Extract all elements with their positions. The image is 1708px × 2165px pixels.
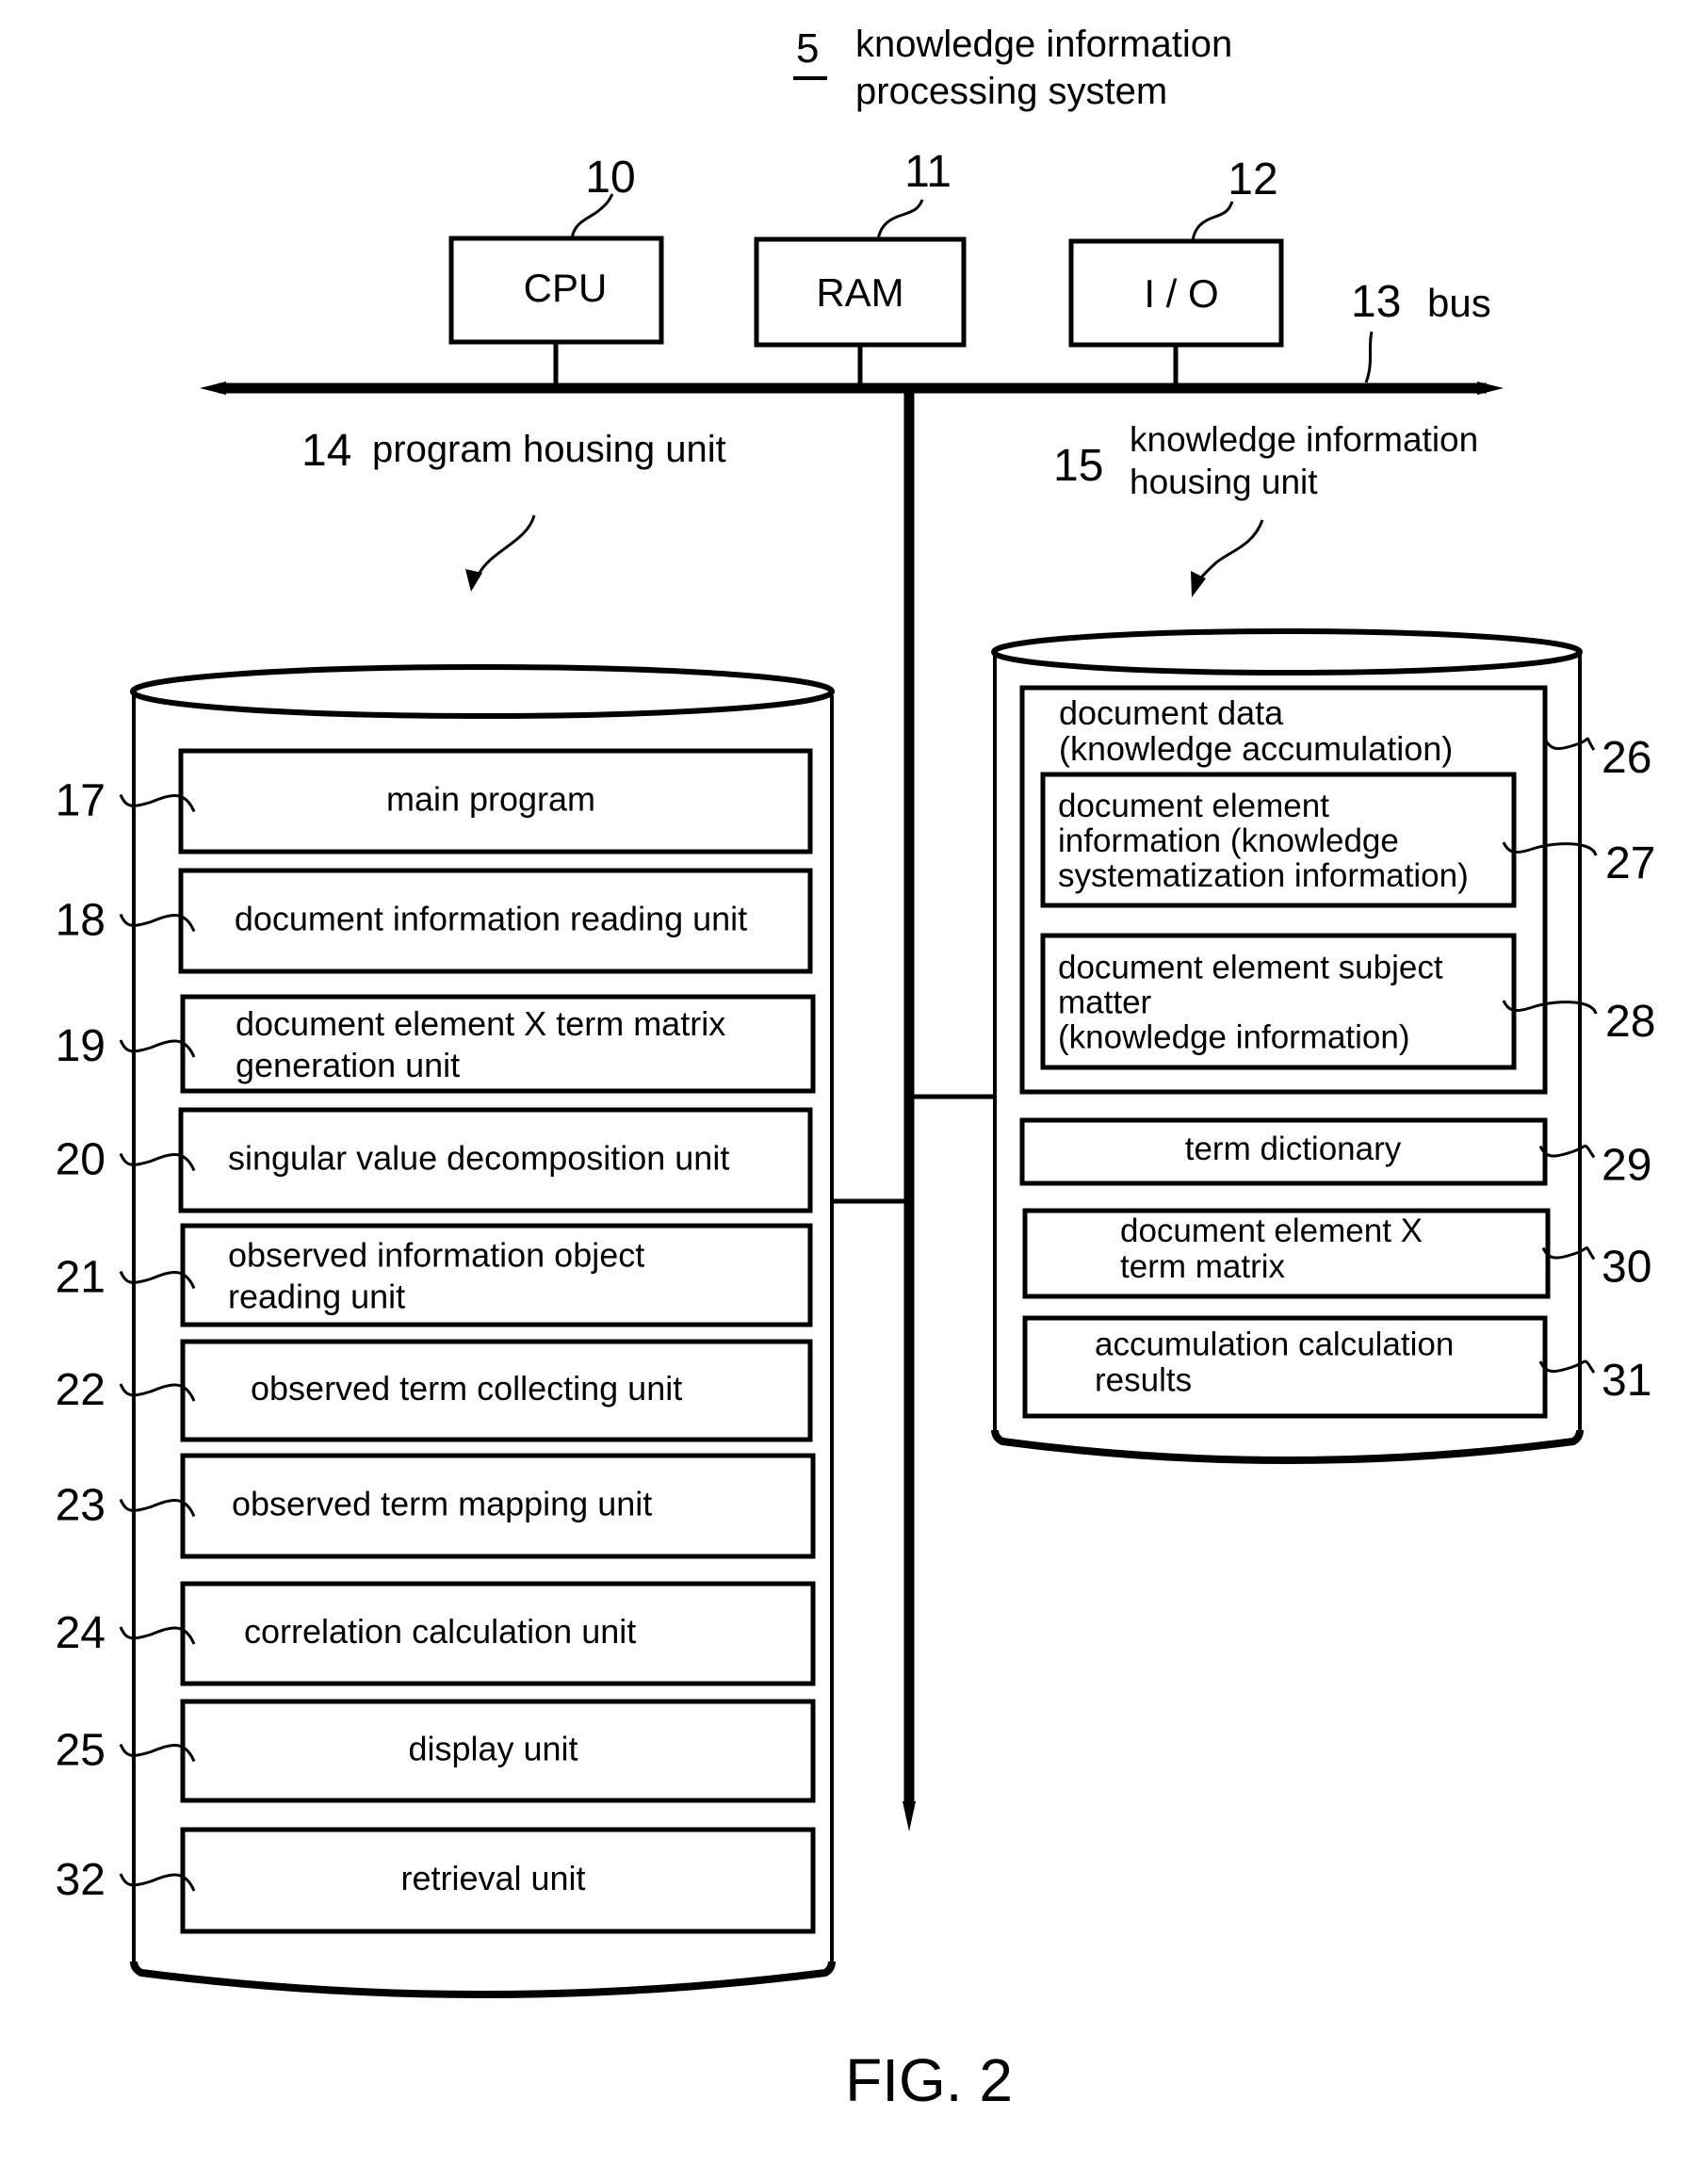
program-housing-arrow-icon [465, 569, 482, 592]
ram-ref: 11 [904, 147, 952, 197]
program-unit-ref: 23 [56, 1481, 106, 1531]
program-unit-label-line: document information reading unit [235, 899, 747, 937]
program-unit-ref: 25 [56, 1726, 106, 1776]
ram-label: RAM [816, 270, 903, 315]
program-unit-label-line: observed term collecting unit [251, 1369, 682, 1408]
bus-arrow-right-icon [1477, 382, 1504, 395]
document-data-child-label-line: (knowledge information) [1058, 1019, 1410, 1056]
document-data-child-label-line: information (knowledge [1058, 822, 1399, 859]
program-unit-label-line: retrieval unit [400, 1859, 585, 1897]
knowledge-housing-ref: 15 [1053, 441, 1103, 491]
program-housing-caption: 14 program housing unit [301, 426, 726, 592]
knowledge-unit-label-line: results [1095, 1362, 1192, 1399]
program-unit-ref: 17 [56, 776, 106, 826]
system-ref: 5 [796, 25, 819, 72]
knowledge-housing-label-line1: knowledge information [1130, 420, 1478, 459]
knowledge-housing-label-line2: housing unit [1130, 463, 1318, 501]
program-unit-ref: 20 [56, 1135, 106, 1185]
knowledge-housing-leader [1195, 519, 1264, 590]
document-data-child-label-line: matter [1058, 985, 1152, 1021]
system-label-line2: processing system [855, 71, 1167, 112]
bus-label: bus [1427, 281, 1491, 325]
program-housing-leader [471, 514, 536, 587]
io-leader-line [1191, 201, 1234, 242]
program-unit-label-line: reading unit [228, 1277, 405, 1315]
figure-caption: FIG. 2 [845, 2046, 1013, 2114]
knowledge-housing-caption: 15 knowledge information housing unit [1053, 420, 1478, 597]
program-housing-label: program housing unit [372, 429, 726, 470]
program-unit-label-line: display unit [408, 1729, 577, 1767]
document-data-child-label-line: systematization information) [1058, 857, 1469, 894]
document-data-label-line: (knowledge accumulation) [1059, 729, 1453, 768]
program-housing-ref: 14 [301, 426, 351, 476]
bus-leader-line [1364, 331, 1374, 383]
ram-leader-line [876, 199, 924, 240]
program-unit-ref: 18 [56, 896, 106, 946]
program-unit-ref: 19 [56, 1021, 106, 1071]
program-unit-label-line: correlation calculation unit [244, 1612, 636, 1651]
bus-arrow-left-icon [200, 382, 226, 395]
program-unit-label-line: main program [386, 779, 595, 818]
knowledge-unit-label-line: document element X [1120, 1213, 1423, 1249]
bus-ref: 13 [1351, 277, 1401, 327]
knowledge-unit-ref: 28 [1605, 997, 1655, 1047]
cpu-label: CPU [524, 266, 608, 310]
system-diagram: 5 knowledge information processing syste… [56, 24, 1656, 2114]
system-title: 5 knowledge information processing syste… [793, 24, 1232, 112]
bus-trunk-arrow-icon [903, 1801, 916, 1831]
document-data-child-label-line: document element subject [1058, 950, 1443, 986]
program-unit-label-line: document element X term matrix [236, 1004, 725, 1043]
right-cylinder-top [991, 628, 1583, 676]
knowledge-unit-ref: 31 [1602, 1356, 1651, 1406]
document-data-label-line: document data [1059, 693, 1284, 732]
program-unit-label-line: singular value decomposition unit [228, 1138, 729, 1177]
cpu-block: CPU 10 [448, 153, 664, 388]
knowledge-unit-label-line: term dictionary [1185, 1131, 1402, 1167]
system-label-line1: knowledge information [855, 24, 1232, 65]
document-data-child-label-line: document element [1058, 788, 1329, 824]
program-unit-label-line: generation unit [236, 1046, 460, 1084]
program-unit-label-line: observed term mapping unit [232, 1484, 652, 1522]
knowledge-unit-label-line: accumulation calculation [1095, 1327, 1454, 1363]
left-cylinder-top [130, 664, 835, 719]
knowledge-unit-ref: 26 [1602, 733, 1651, 783]
program-unit-ref: 22 [56, 1365, 106, 1415]
program-unit-ref: 32 [56, 1855, 106, 1905]
io-block: I / O 12 [1068, 155, 1284, 388]
program-unit-label-line: observed information object [228, 1235, 644, 1274]
io-ref: 12 [1228, 155, 1277, 204]
program-unit-ref: 24 [56, 1608, 106, 1658]
knowledge-unit-ref: 27 [1605, 838, 1655, 888]
knowledge-unit-ref: 29 [1602, 1141, 1651, 1191]
program-unit-ref: 21 [56, 1253, 106, 1303]
knowledge-unit-ref: 30 [1602, 1243, 1651, 1293]
knowledge-unit-label-line: term matrix [1120, 1248, 1286, 1285]
io-label: I / O [1144, 271, 1218, 316]
ram-block: RAM 11 [754, 147, 967, 388]
